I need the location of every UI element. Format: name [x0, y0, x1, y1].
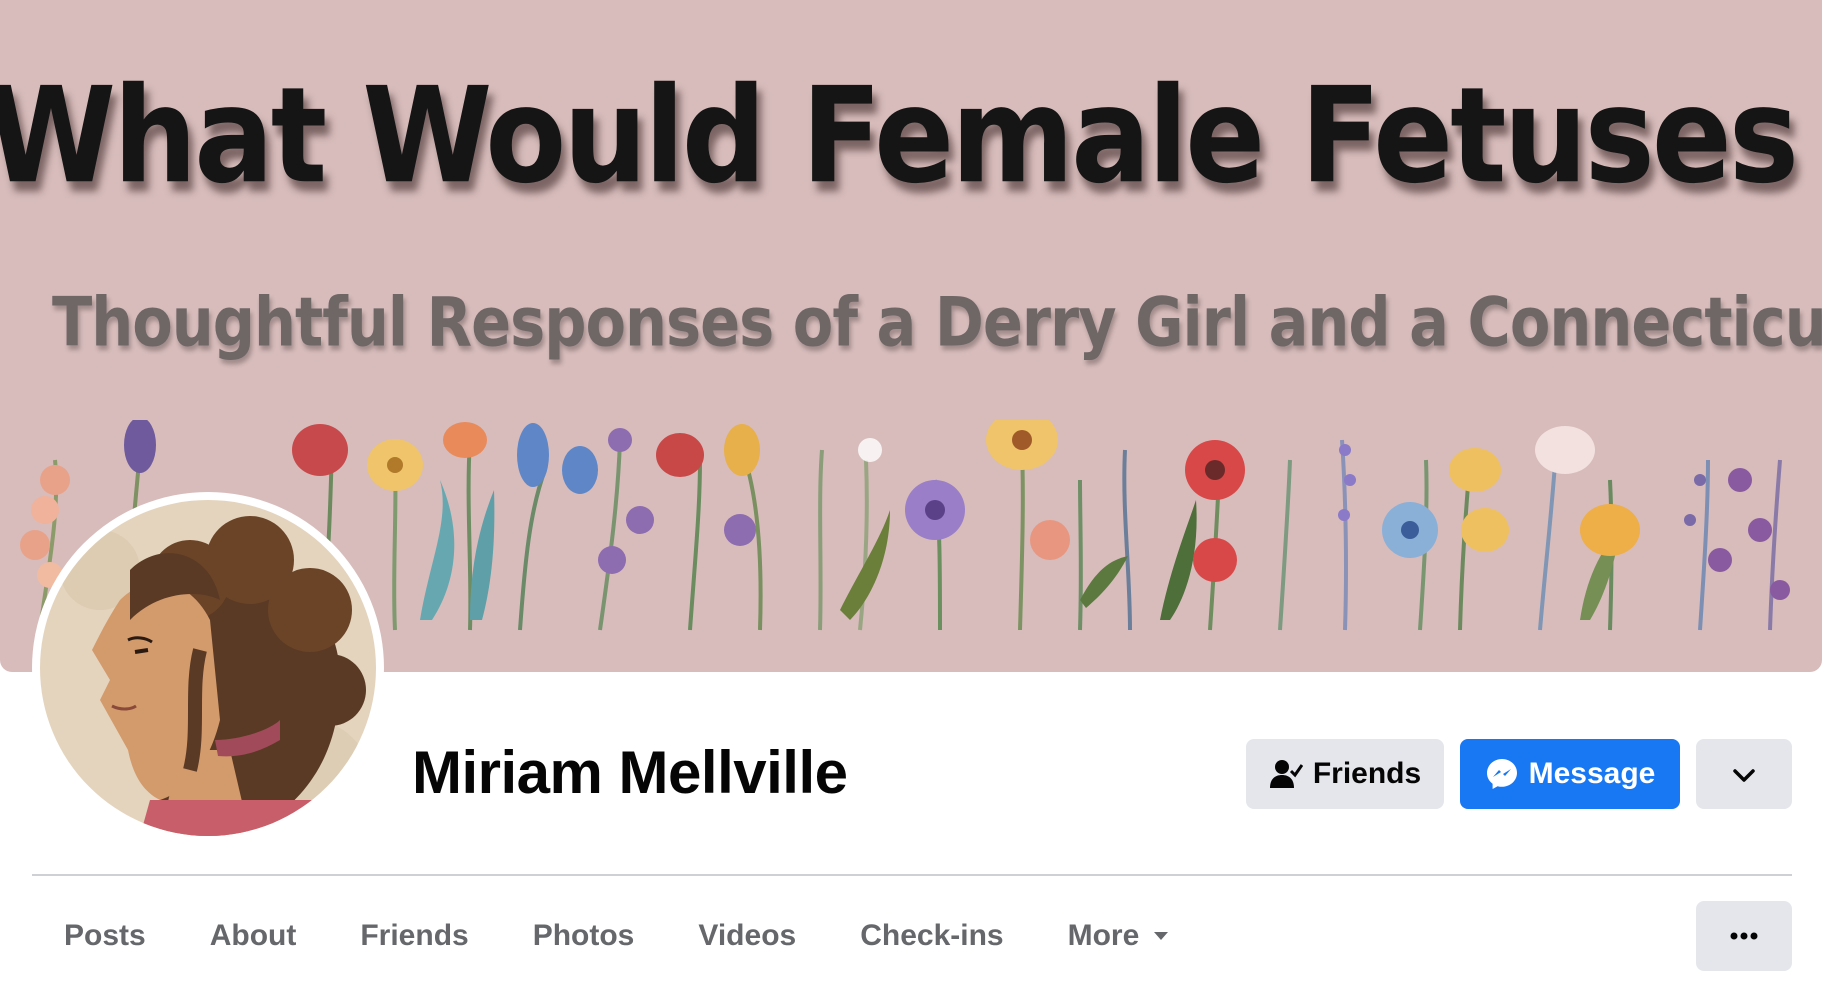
tab-about-label: About [209, 919, 297, 952]
tab-videos[interactable]: Videos [666, 884, 828, 988]
message-button-label: Message [1528, 757, 1656, 790]
profile-header-divider [32, 874, 1792, 876]
tab-friends[interactable]: Friends [328, 884, 500, 988]
tab-posts-label: Posts [64, 919, 146, 952]
cover-title: What Would Female Fetuses Say? [0, 58, 1822, 213]
tab-videos-label: Videos [698, 919, 797, 952]
chevron-down-icon [1733, 757, 1755, 791]
tab-about[interactable]: About [178, 884, 329, 988]
tab-photos[interactable]: Photos [501, 884, 667, 988]
tab-more[interactable]: More [1036, 884, 1202, 988]
cover-subtitle: Thoughtful Responses of a Derry Girl and… [52, 282, 1822, 362]
caret-down-icon [1153, 931, 1169, 941]
tab-check-ins[interactable]: Check-ins [828, 884, 1035, 988]
ellipsis-icon [1730, 927, 1758, 945]
profile-name: Miriam Mellville [412, 739, 848, 806]
tab-photos-label: Photos [532, 919, 635, 952]
avatar-illustration [40, 500, 376, 836]
tab-more-label: More [1067, 919, 1140, 952]
profile-avatar[interactable] [32, 492, 384, 844]
messenger-icon [1485, 757, 1519, 791]
tab-posts[interactable]: Posts [32, 884, 178, 988]
more-options-button[interactable] [1696, 901, 1792, 971]
profile-actions-dropdown-button[interactable] [1696, 739, 1792, 809]
friends-button[interactable]: Friends [1246, 739, 1444, 809]
friends-button-label: Friends [1312, 757, 1422, 790]
tab-check-ins-label: Check-ins [860, 919, 1004, 952]
friend-check-icon [1269, 759, 1303, 789]
tab-friends-label: Friends [360, 919, 469, 952]
profile-tabs: Posts About Friends Photos Videos Check-… [32, 884, 1201, 988]
message-button[interactable]: Message [1460, 739, 1680, 809]
